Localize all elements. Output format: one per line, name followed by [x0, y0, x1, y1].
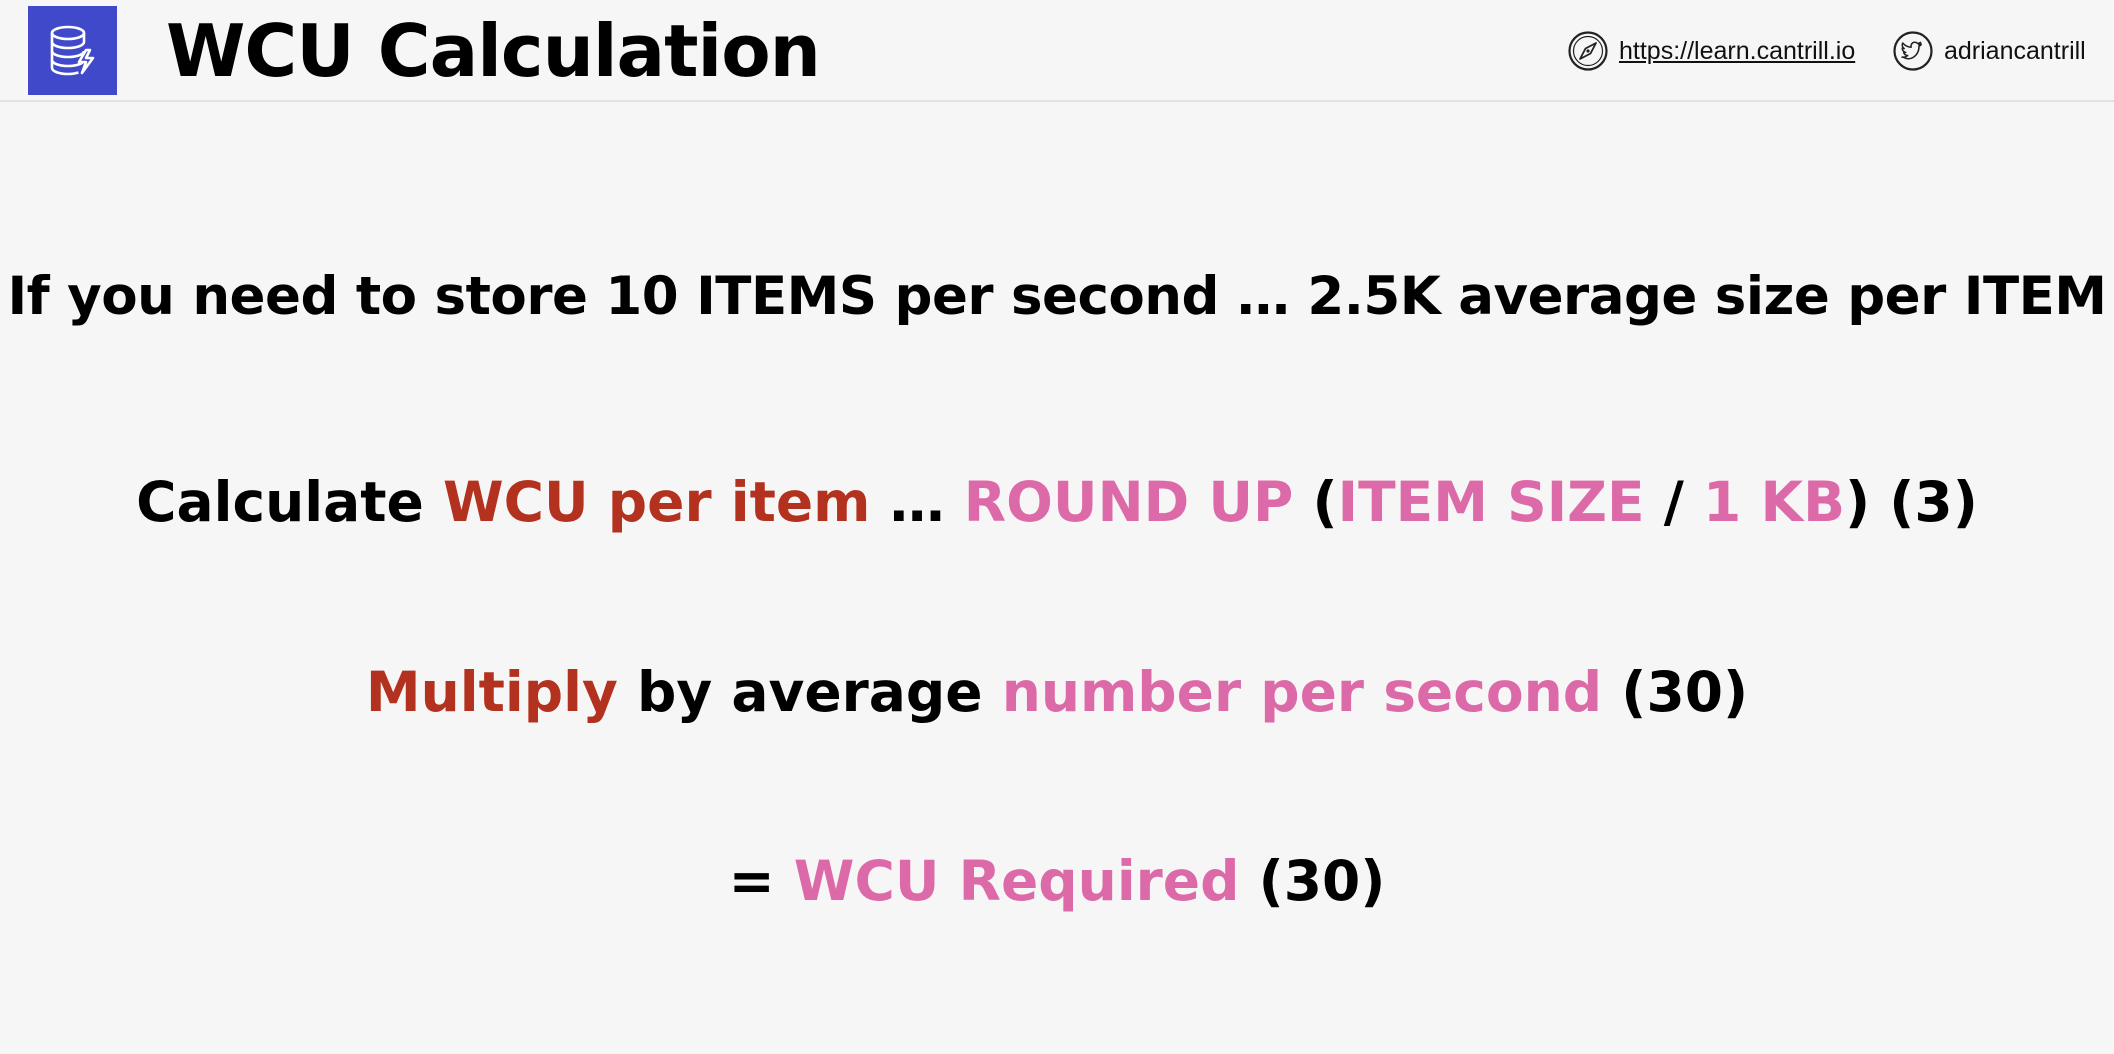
website-url[interactable]: https://learn.cantrill.io: [1619, 37, 1855, 66]
calculate-wcu-line: Calculate WCU per item … ROUND UP (ITEM …: [0, 467, 2114, 537]
one-kb-label: 1 KB: [1703, 470, 1845, 534]
compass-icon: [1567, 30, 1609, 72]
wcu-per-item-label: WCU per item: [442, 470, 871, 534]
website-link[interactable]: https://learn.cantrill.io: [1567, 29, 1855, 73]
multiply-line: Multiply by average number per second (3…: [0, 657, 2114, 727]
wcu-required-result: (30): [1239, 849, 1386, 913]
multiply-label: Multiply: [365, 660, 618, 724]
twitter-handle[interactable]: adriancantrill: [1944, 37, 2086, 66]
dynamodb-icon: [28, 6, 117, 95]
slide-title: WCU Calculation: [166, 9, 821, 93]
number-per-second-label: number per second: [1001, 660, 1603, 724]
slide-header: WCU Calculation https://learn.cantrill.i…: [0, 0, 2114, 102]
wcu-required-label: WCU Required: [793, 849, 1240, 913]
scenario-text: If you need to store 10 ITEMS per second…: [7, 266, 2107, 327]
item-size-label: ITEM SIZE: [1337, 470, 1645, 534]
divide-label: /: [1644, 470, 1704, 534]
by-average-label: by average: [617, 660, 1002, 724]
multiply-result: (30): [1602, 660, 1749, 724]
twitter-link[interactable]: adriancantrill: [1892, 29, 2086, 73]
wcu-required-line: = WCU Required (30): [0, 846, 2114, 916]
open-paren: (: [1293, 470, 1338, 534]
calculate-label: Calculate: [136, 470, 443, 534]
equals-label: =: [728, 849, 794, 913]
twitter-icon: [1892, 30, 1934, 72]
round-up-label: ROUND UP: [963, 470, 1294, 534]
ellipsis-label: …: [870, 470, 964, 534]
wcu-per-item-result: ) (3): [1845, 470, 1978, 534]
